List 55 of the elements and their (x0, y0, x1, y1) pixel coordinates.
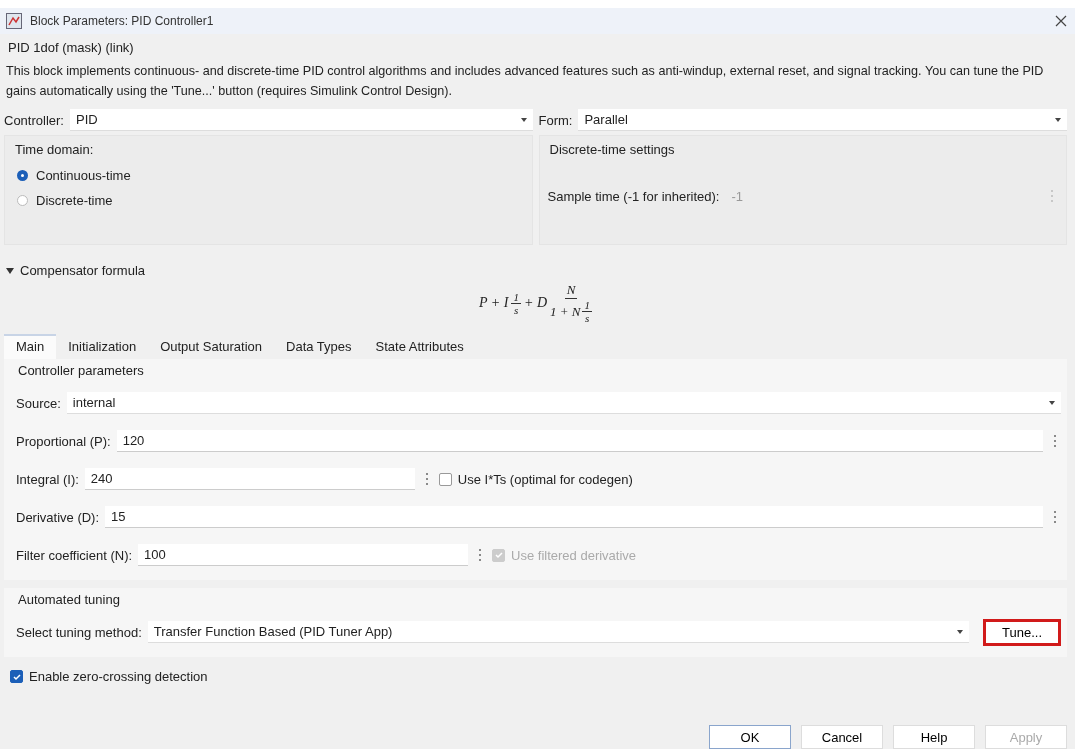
parameter-field[interactable]: 15 (105, 506, 1043, 528)
form-label: Form: (538, 112, 573, 128)
block-window-icon (6, 13, 22, 29)
tuning-method-label: Select tuning method: (16, 624, 142, 640)
caret-icon (1049, 400, 1055, 405)
expand-icon (6, 267, 14, 274)
description-text: This block implements continuous- and discrete-time PID control algorithms and includes advanced features such as anti-windup, external reset, and signal tracking. You can tune the PID gains automatically using the 'Tune...' button (requires Simulink Control Design). (5, 63, 1045, 100)
tab[interactable]: Initialization (56, 334, 149, 359)
mask-title: PID 1dof (mask) (link) (7, 39, 135, 57)
controller-label: Controller: (4, 112, 64, 128)
checkbox[interactable] (10, 670, 23, 683)
parameter-label: Proportional (P): (16, 433, 111, 449)
more-icon[interactable] (478, 548, 483, 562)
check-icon (493, 550, 504, 560)
caret-icon (1055, 117, 1061, 122)
tab[interactable]: State Attributes (363, 334, 476, 359)
controller-dropdown[interactable]: PID (69, 109, 533, 131)
parameter-label: Derivative (D): (16, 509, 100, 525)
group-title: Time domain: (14, 141, 95, 159)
dialog-button[interactable]: Cancel (801, 725, 883, 749)
parameter-label: Source: (16, 395, 61, 411)
checkbox-label[interactable]: Use I*Ts (optimal for codegen) (457, 471, 633, 487)
parameter-field[interactable]: 240 (84, 468, 415, 490)
source-dropdown[interactable]: internal (66, 392, 1061, 414)
tab[interactable]: Main (4, 334, 57, 359)
radio-button[interactable] (17, 195, 28, 206)
parameter-label: Integral (I): (16, 471, 79, 487)
more-icon[interactable] (1053, 434, 1057, 448)
more-icon[interactable] (1053, 510, 1057, 524)
section-title: Automated tuning (17, 591, 121, 609)
group-title: Discrete-time settings (548, 141, 676, 159)
radio-label[interactable]: Discrete-time (36, 193, 113, 208)
tab[interactable]: Data Types (274, 334, 364, 359)
caret-icon (520, 117, 527, 122)
form-dropdown[interactable]: Parallel (578, 109, 1067, 131)
tuning-method-dropdown[interactable]: Transfer Function Based (PID Tuner App) (147, 621, 969, 643)
caret-icon (957, 629, 963, 634)
window-title: Block Parameters: PID Controller1 (30, 14, 215, 28)
sample-time-label: Sample time (-1 for inherited): (547, 188, 720, 204)
tab[interactable]: Output Saturation (148, 334, 275, 359)
dialog-button[interactable]: Help (893, 725, 975, 749)
dialog-button[interactable]: OK (709, 725, 791, 749)
compensator-toggle[interactable]: Compensator formula (4, 261, 147, 280)
section-title: Controller parameters (17, 362, 145, 380)
checkbox-label[interactable]: Enable zero-crossing detection (29, 669, 208, 684)
more-icon[interactable] (424, 472, 429, 486)
radio-label[interactable]: Continuous-time (36, 168, 131, 183)
parameter-field[interactable]: 120 (116, 430, 1043, 452)
radio-button[interactable] (17, 170, 28, 181)
checkbox[interactable] (438, 472, 452, 486)
close-icon[interactable] (1055, 15, 1067, 27)
tune-button[interactable]: Tune... (983, 618, 1061, 646)
parameter-field[interactable]: 100 (138, 544, 469, 566)
check-icon (11, 671, 22, 682)
parameter-label: Filter coefficient (N): (16, 547, 133, 563)
